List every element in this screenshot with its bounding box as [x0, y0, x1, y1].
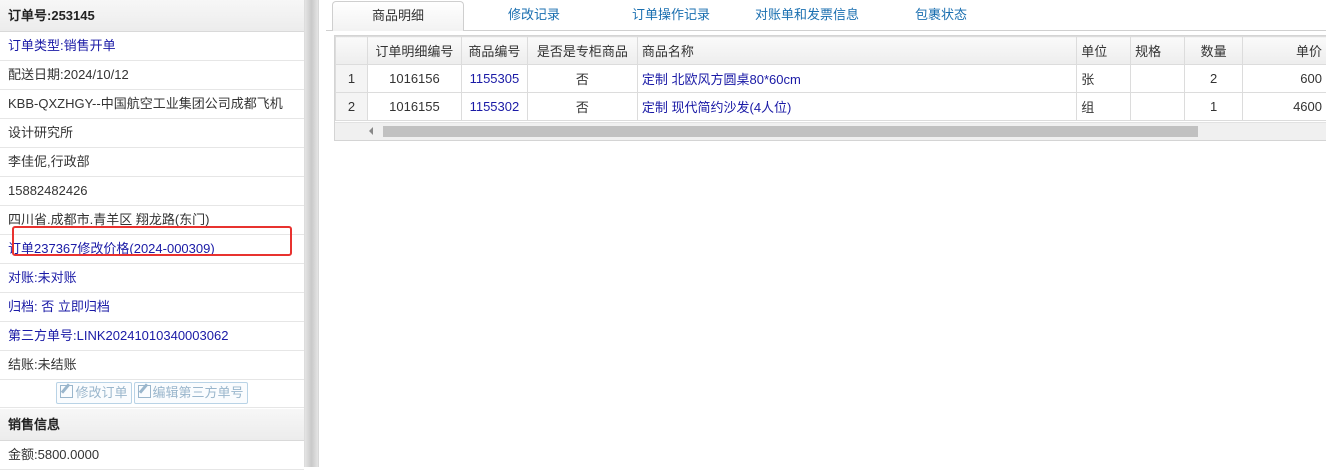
- unit-cell: 张: [1077, 65, 1131, 93]
- scroll-thumb[interactable]: [383, 126, 1198, 137]
- col-spec[interactable]: 规格: [1131, 37, 1185, 65]
- order-info-panel: 订单号:253145 订单类型:销售开单 配送日期:2024/10/12 KBB…: [0, 0, 305, 467]
- col-is-counter[interactable]: 是否是专柜商品: [527, 37, 637, 65]
- delivery-date: 配送日期:2024/10/12: [0, 61, 304, 90]
- edit-order-button[interactable]: 修改订单: [56, 382, 131, 404]
- detail-panel: 商品明细 修改记录 订单操作记录 对账单和发票信息 包裹状态 订单明细编号 商品…: [326, 0, 1326, 467]
- col-product-id[interactable]: 商品编号: [461, 37, 527, 65]
- row-number: 1: [336, 65, 368, 93]
- unit-cell: 组: [1077, 93, 1131, 121]
- scroll-left-icon[interactable]: [369, 127, 373, 135]
- customer-name-line2: 设计研究所: [0, 119, 304, 148]
- sales-info-header: 销售信息: [0, 409, 304, 441]
- is-counter-cell: 否: [527, 65, 637, 93]
- third-party-number: 第三方单号:LINK20241010340003062: [0, 322, 304, 351]
- order-number-label: 订单号:: [8, 8, 51, 23]
- sales-amount: 金额:5800.0000: [0, 441, 304, 470]
- product-name-link[interactable]: 定制 现代简约沙发(4人位): [637, 93, 1076, 121]
- row-number: 2: [336, 93, 368, 121]
- col-product-name[interactable]: 商品名称: [637, 37, 1076, 65]
- unit-price-cell: 4600: [1243, 93, 1326, 121]
- edit-order-label: 修改订单: [75, 385, 127, 400]
- settle-status: 结账:未结账: [0, 351, 304, 380]
- contact-person: 李佳伲,行政部: [0, 148, 304, 177]
- table-row[interactable]: 1 1016156 1155305 否 定制 北欧风方圆桌80*60cm 张 2…: [336, 65, 1326, 93]
- col-quantity[interactable]: 数量: [1185, 37, 1243, 65]
- detail-id-cell: 1016155: [367, 93, 461, 121]
- modify-price-link[interactable]: 订单237367修改价格(2024-000309): [0, 235, 304, 264]
- panel-splitter[interactable]: [305, 0, 319, 467]
- contact-phone: 15882482426: [0, 177, 304, 206]
- edit-icon: [60, 385, 73, 398]
- detail-id-cell: 1016156: [367, 65, 461, 93]
- edit-third-party-label: 编辑第三方单号: [153, 385, 244, 400]
- tab-product-details[interactable]: 商品明细: [332, 1, 464, 31]
- table-row[interactable]: 2 1016155 1155302 否 定制 现代简约沙发(4人位) 组 1 4…: [336, 93, 1326, 121]
- tab-modify-records[interactable]: 修改记录: [474, 1, 594, 29]
- reconcile-value: 未对账: [38, 270, 77, 285]
- edit-icon: [138, 385, 151, 398]
- quantity-cell: 2: [1185, 65, 1243, 93]
- spec-cell: [1131, 65, 1185, 93]
- unit-price-cell: 600: [1243, 65, 1326, 93]
- tab-bar: 商品明细 修改记录 订单操作记录 对账单和发票信息 包裹状态: [326, 0, 1326, 31]
- third-party-value: LINK20241010340003062: [77, 328, 229, 343]
- archive-now-link[interactable]: 否 立即归档: [38, 299, 110, 314]
- third-party-label: 第三方单号:: [8, 328, 77, 343]
- order-type: 订单类型:销售开单: [0, 32, 304, 61]
- col-detail-id[interactable]: 订单明细编号: [367, 37, 461, 65]
- splitter-grip[interactable]: [305, 0, 318, 467]
- tab-package-status[interactable]: 包裹状态: [886, 1, 996, 29]
- edit-third-party-button[interactable]: 编辑第三方单号: [134, 382, 248, 404]
- product-id-link[interactable]: 1155302: [461, 93, 527, 121]
- settle-label: 结账:: [8, 357, 38, 372]
- col-unit[interactable]: 单位: [1077, 37, 1131, 65]
- reconcile-label: 对账:: [8, 270, 38, 285]
- table-header-row: 订单明细编号 商品编号 是否是专柜商品 商品名称 单位 规格 数量 单价: [336, 37, 1326, 65]
- horizontal-scrollbar[interactable]: [335, 122, 1326, 140]
- is-counter-cell: 否: [527, 93, 637, 121]
- delivery-address: 四川省.成都市.青羊区 翔龙路(东门): [0, 206, 304, 235]
- order-number: 253145: [51, 8, 94, 23]
- col-unit-price[interactable]: 单价: [1243, 37, 1326, 65]
- tab-order-operations[interactable]: 订单操作记录: [606, 1, 736, 29]
- archive-status: 归档: 否 立即归档: [0, 293, 304, 322]
- product-table: 订单明细编号 商品编号 是否是专柜商品 商品名称 单位 规格 数量 单价 1 1…: [335, 36, 1326, 121]
- tab-statement-invoice[interactable]: 对账单和发票信息: [742, 1, 872, 29]
- spec-cell: [1131, 93, 1185, 121]
- quantity-cell: 1: [1185, 93, 1243, 121]
- product-name-link[interactable]: 定制 北欧风方圆桌80*60cm: [637, 65, 1076, 93]
- reconcile-status: 对账:未对账: [0, 264, 304, 293]
- archive-label: 归档:: [8, 299, 38, 314]
- col-rownum: [336, 37, 368, 65]
- product-id-link[interactable]: 1155305: [461, 65, 527, 93]
- customer-name-line1: KBB-QXZHGY--中国航空工业集团公司成都飞机: [0, 90, 304, 119]
- product-grid: 订单明细编号 商品编号 是否是专柜商品 商品名称 单位 规格 数量 单价 1 1…: [334, 35, 1326, 141]
- settle-value: 未结账: [38, 357, 77, 372]
- order-actions: 修改订单 编辑第三方单号: [0, 380, 304, 408]
- order-number-header: 订单号:253145: [0, 0, 304, 32]
